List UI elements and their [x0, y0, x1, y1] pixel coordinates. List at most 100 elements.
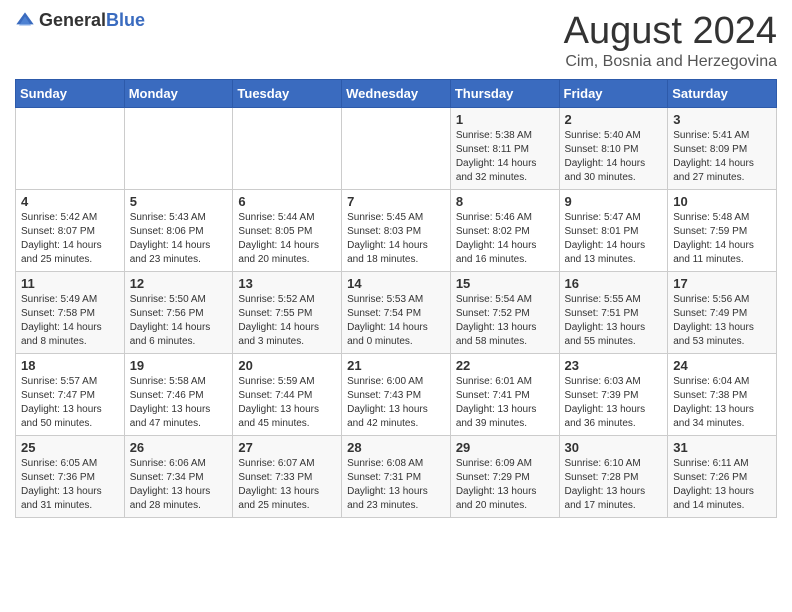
logo-blue: Blue: [106, 10, 145, 30]
calendar-header-monday: Monday: [124, 80, 233, 108]
day-number: 28: [347, 440, 445, 455]
day-number: 19: [130, 358, 228, 373]
day-number: 17: [673, 276, 771, 291]
logo-text: GeneralBlue: [39, 10, 145, 31]
day-number: 14: [347, 276, 445, 291]
day-info: Sunrise: 5:43 AM Sunset: 8:06 PM Dayligh…: [130, 211, 228, 267]
day-number: 11: [21, 276, 119, 291]
calendar-week-5: 25 Sunrise: 6:05 AM Sunset: 7:36 PM Dayli…: [16, 436, 777, 518]
day-number: 31: [673, 440, 771, 455]
day-number: 9: [565, 194, 663, 209]
calendar-week-3: 11 Sunrise: 5:49 AM Sunset: 7:58 PM Dayli…: [16, 272, 777, 354]
calendar-cell: 29 Sunrise: 6:09 AM Sunset: 7:29 PM Dayli…: [450, 436, 559, 518]
calendar-cell: 31 Sunrise: 6:11 AM Sunset: 7:26 PM Dayli…: [668, 436, 777, 518]
calendar-cell: 12 Sunrise: 5:50 AM Sunset: 7:56 PM Dayli…: [124, 272, 233, 354]
day-info: Sunrise: 5:54 AM Sunset: 7:52 PM Dayligh…: [456, 293, 554, 349]
day-number: 24: [673, 358, 771, 373]
day-info: Sunrise: 5:38 AM Sunset: 8:11 PM Dayligh…: [456, 129, 554, 185]
calendar-cell: 19Sunrise: 5:58 AM Sunset: 7:46 PM Dayli…: [124, 354, 233, 436]
day-info: Sunrise: 5:56 AM Sunset: 7:49 PM Dayligh…: [673, 293, 771, 349]
day-info: Sunrise: 6:05 AM Sunset: 7:36 PM Dayligh…: [21, 457, 119, 513]
day-info: Sunrise: 5:53 AM Sunset: 7:54 PM Dayligh…: [347, 293, 445, 349]
day-info: Sunrise: 5:59 AM Sunset: 7:44 PM Dayligh…: [238, 375, 336, 431]
day-number: 6: [238, 194, 336, 209]
calendar-cell: 24 Sunrise: 6:04 AM Sunset: 7:38 PM Dayli…: [668, 354, 777, 436]
day-info: Sunrise: 5:44 AM Sunset: 8:05 PM Dayligh…: [238, 211, 336, 267]
calendar-header-sunday: Sunday: [16, 80, 125, 108]
calendar-cell: [342, 108, 451, 190]
location-title: Cim, Bosnia and Herzegovina: [564, 53, 777, 71]
page-header: GeneralBlue August 2024 Cim, Bosnia and …: [15, 10, 777, 71]
day-info: Sunrise: 5:57 AM Sunset: 7:47 PM Dayligh…: [21, 375, 119, 431]
calendar-week-2: 4 Sunrise: 5:42 AM Sunset: 8:07 PM Daylig…: [16, 190, 777, 272]
day-info: Sunrise: 6:08 AM Sunset: 7:31 PM Dayligh…: [347, 457, 445, 513]
calendar-cell: [124, 108, 233, 190]
day-number: 21: [347, 358, 445, 373]
calendar-cell: 1 Sunrise: 5:38 AM Sunset: 8:11 PM Daylig…: [450, 108, 559, 190]
logo: GeneralBlue: [15, 10, 145, 31]
day-info: Sunrise: 5:45 AM Sunset: 8:03 PM Dayligh…: [347, 211, 445, 267]
calendar-cell: 3 Sunrise: 5:41 AM Sunset: 8:09 PM Daylig…: [668, 108, 777, 190]
day-info: Sunrise: 5:46 AM Sunset: 8:02 PM Dayligh…: [456, 211, 554, 267]
calendar-cell: 21 Sunrise: 6:00 AM Sunset: 7:43 PM Dayli…: [342, 354, 451, 436]
day-number: 22: [456, 358, 554, 373]
calendar-cell: 18Sunrise: 5:57 AM Sunset: 7:47 PM Dayli…: [16, 354, 125, 436]
calendar-cell: 26Sunrise: 6:06 AM Sunset: 7:34 PM Dayli…: [124, 436, 233, 518]
calendar-cell: 22 Sunrise: 6:01 AM Sunset: 7:41 PM Dayli…: [450, 354, 559, 436]
day-number: 25: [21, 440, 119, 455]
day-info: Sunrise: 6:07 AM Sunset: 7:33 PM Dayligh…: [238, 457, 336, 513]
calendar-cell: [16, 108, 125, 190]
calendar-week-1: 1 Sunrise: 5:38 AM Sunset: 8:11 PM Daylig…: [16, 108, 777, 190]
calendar-cell: 2Sunrise: 5:40 AM Sunset: 8:10 PM Daylig…: [559, 108, 668, 190]
calendar-cell: [233, 108, 342, 190]
day-info: Sunrise: 6:04 AM Sunset: 7:38 PM Dayligh…: [673, 375, 771, 431]
day-number: 1: [456, 112, 554, 127]
calendar-cell: 6 Sunrise: 5:44 AM Sunset: 8:05 PM Daylig…: [233, 190, 342, 272]
day-number: 29: [456, 440, 554, 455]
day-number: 12: [130, 276, 228, 291]
day-info: Sunrise: 5:42 AM Sunset: 8:07 PM Dayligh…: [21, 211, 119, 267]
calendar-cell: 4 Sunrise: 5:42 AM Sunset: 8:07 PM Daylig…: [16, 190, 125, 272]
day-number: 30: [565, 440, 663, 455]
logo-general: General: [39, 10, 106, 30]
day-number: 3: [673, 112, 771, 127]
day-number: 8: [456, 194, 554, 209]
day-info: Sunrise: 6:10 AM Sunset: 7:28 PM Dayligh…: [565, 457, 663, 513]
calendar-header-thursday: Thursday: [450, 80, 559, 108]
day-number: 20: [238, 358, 336, 373]
month-title: August 2024: [564, 10, 777, 53]
day-info: Sunrise: 5:48 AM Sunset: 7:59 PM Dayligh…: [673, 211, 771, 267]
day-info: Sunrise: 6:01 AM Sunset: 7:41 PM Dayligh…: [456, 375, 554, 431]
calendar-cell: 15 Sunrise: 5:54 AM Sunset: 7:52 PM Dayli…: [450, 272, 559, 354]
calendar-cell: 14 Sunrise: 5:53 AM Sunset: 7:54 PM Dayli…: [342, 272, 451, 354]
logo-icon: [15, 11, 35, 31]
day-number: 15: [456, 276, 554, 291]
day-info: Sunrise: 6:00 AM Sunset: 7:43 PM Dayligh…: [347, 375, 445, 431]
calendar-cell: 9Sunrise: 5:47 AM Sunset: 8:01 PM Daylig…: [559, 190, 668, 272]
calendar-cell: 16 Sunrise: 5:55 AM Sunset: 7:51 PM Dayli…: [559, 272, 668, 354]
calendar-cell: 23Sunrise: 6:03 AM Sunset: 7:39 PM Dayli…: [559, 354, 668, 436]
calendar-cell: 5Sunrise: 5:43 AM Sunset: 8:06 PM Daylig…: [124, 190, 233, 272]
calendar-table: SundayMondayTuesdayWednesdayThursdayFrid…: [15, 79, 777, 518]
calendar-cell: 13Sunrise: 5:52 AM Sunset: 7:55 PM Dayli…: [233, 272, 342, 354]
day-number: 4: [21, 194, 119, 209]
day-info: Sunrise: 5:49 AM Sunset: 7:58 PM Dayligh…: [21, 293, 119, 349]
day-number: 16: [565, 276, 663, 291]
day-info: Sunrise: 5:50 AM Sunset: 7:56 PM Dayligh…: [130, 293, 228, 349]
calendar-week-4: 18Sunrise: 5:57 AM Sunset: 7:47 PM Dayli…: [16, 354, 777, 436]
calendar-cell: 10Sunrise: 5:48 AM Sunset: 7:59 PM Dayli…: [668, 190, 777, 272]
day-info: Sunrise: 5:52 AM Sunset: 7:55 PM Dayligh…: [238, 293, 336, 349]
day-info: Sunrise: 5:55 AM Sunset: 7:51 PM Dayligh…: [565, 293, 663, 349]
calendar-cell: 20 Sunrise: 5:59 AM Sunset: 7:44 PM Dayli…: [233, 354, 342, 436]
calendar-cell: 28 Sunrise: 6:08 AM Sunset: 7:31 PM Dayli…: [342, 436, 451, 518]
title-area: August 2024 Cim, Bosnia and Herzegovina: [564, 10, 777, 71]
day-number: 27: [238, 440, 336, 455]
day-info: Sunrise: 6:11 AM Sunset: 7:26 PM Dayligh…: [673, 457, 771, 513]
calendar-cell: 30 Sunrise: 6:10 AM Sunset: 7:28 PM Dayli…: [559, 436, 668, 518]
day-info: Sunrise: 5:40 AM Sunset: 8:10 PM Dayligh…: [565, 129, 663, 185]
day-info: Sunrise: 6:06 AM Sunset: 7:34 PM Dayligh…: [130, 457, 228, 513]
day-info: Sunrise: 5:41 AM Sunset: 8:09 PM Dayligh…: [673, 129, 771, 185]
day-info: Sunrise: 6:09 AM Sunset: 7:29 PM Dayligh…: [456, 457, 554, 513]
calendar-header-saturday: Saturday: [668, 80, 777, 108]
calendar-cell: 27 Sunrise: 6:07 AM Sunset: 7:33 PM Dayli…: [233, 436, 342, 518]
